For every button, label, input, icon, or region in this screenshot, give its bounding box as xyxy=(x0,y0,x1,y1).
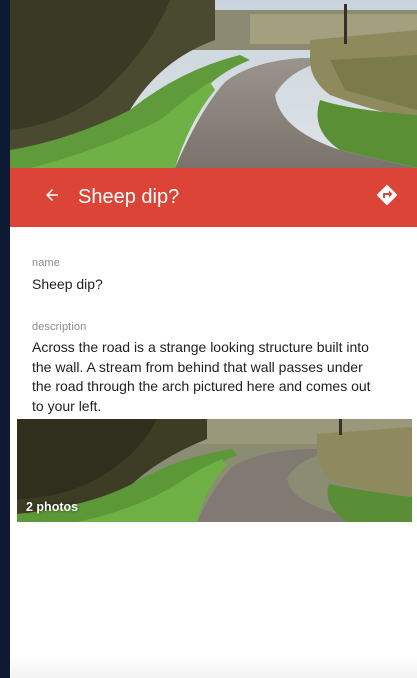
name-field: name Sheep dip? xyxy=(10,257,417,294)
window-edge xyxy=(0,0,10,678)
back-button[interactable] xyxy=(28,168,76,227)
bottom-fade xyxy=(10,656,417,678)
photo-gallery-preview[interactable]: 2 photos xyxy=(17,419,412,522)
description-label: description xyxy=(32,321,87,333)
name-value: Sheep dip? xyxy=(32,276,103,292)
page-title: Sheep dip? xyxy=(78,186,180,208)
description-field: description Across the road is a strange… xyxy=(10,321,417,416)
app-bar: Sheep dip? xyxy=(10,168,417,227)
name-label: name xyxy=(32,257,60,269)
directions-button[interactable] xyxy=(373,183,401,211)
description-value: Across the road is a strange looking str… xyxy=(32,339,371,414)
header-photo xyxy=(10,0,417,168)
photo-count-label: 2 photos xyxy=(26,500,79,514)
place-detail-screen: Sheep dip? name Sheep dip? description A… xyxy=(0,0,417,678)
directions-icon xyxy=(375,183,399,212)
arrow-left-icon xyxy=(43,186,61,209)
